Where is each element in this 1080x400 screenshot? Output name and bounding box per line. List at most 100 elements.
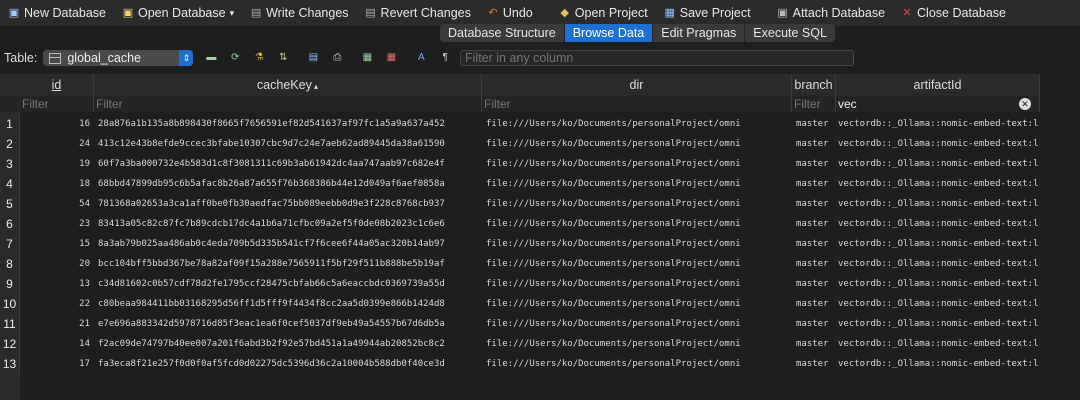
row-number[interactable]: 12 xyxy=(0,334,20,354)
clear-filter-icon[interactable]: ✕ xyxy=(1019,98,1031,110)
cell-dir[interactable]: file:///Users/ko/Documents/personalProje… xyxy=(486,134,792,154)
cell-artifactid[interactable]: vectordb::_Ollama::nomic-embed-text:late… xyxy=(838,354,1038,374)
cell-dir[interactable]: file:///Users/ko/Documents/personalProje… xyxy=(486,114,792,134)
cell-dir[interactable]: file:///Users/ko/Documents/personalProje… xyxy=(486,314,792,334)
cell-cachekey[interactable]: bcc104bff5bbd367be78a82af09f15a288e75659… xyxy=(98,254,482,274)
cell-cachekey[interactable]: 8a3ab79b025aa486ab0c4eda709b5d335b541cf7… xyxy=(98,234,482,254)
cell-artifactid[interactable]: vectordb::_Ollama::nomic-embed-text:late… xyxy=(838,314,1038,334)
print-icon[interactable]: ⎙ xyxy=(329,51,345,65)
cell-cachekey[interactable]: 413c12e43b8efde9ccec3bfabe10307cbc9d7c24… xyxy=(98,134,482,154)
table-row[interactable]: 5 54 781368a02653a3ca1aff0be0fb30aedfac75b… xyxy=(0,194,1040,214)
global-filter-input[interactable] xyxy=(460,50,854,66)
filter-artifactid[interactable]: vec ✕ xyxy=(836,96,1040,112)
cell-dir[interactable]: file:///Users/ko/Documents/personalProje… xyxy=(486,274,792,294)
cell-cachekey[interactable]: 60f7a3ba000732e4b583d1c8f3081311c69b3ab6… xyxy=(98,154,482,174)
tab-execute-sql[interactable]: Execute SQL xyxy=(745,24,835,42)
write-changes-button[interactable]: ▤ Write Changes xyxy=(242,2,356,24)
cell-dir[interactable]: file:///Users/ko/Documents/personalProje… xyxy=(486,254,792,274)
table-row[interactable]: 9 13 c34d81602c0b57cdf78d2fe1795ccf28475cb… xyxy=(0,274,1040,294)
cell-id[interactable]: 22 xyxy=(20,294,90,314)
table-row[interactable]: 13 17 fa3eca8f21e257f0d0f0af5fcd0d02275dc5… xyxy=(0,354,1040,374)
cell-branch[interactable]: master xyxy=(796,254,836,274)
cell-dir[interactable]: file:///Users/ko/Documents/personalProje… xyxy=(486,214,792,234)
chevron-down-icon[interactable]: ▾ xyxy=(230,8,235,19)
cell-cachekey[interactable]: fa3eca8f21e257f0d0f0af5fcd0d02275dc5396d… xyxy=(98,354,482,374)
cell-cachekey[interactable]: c80beaa984411bb03168295d56ff1d5fff9f4434… xyxy=(98,294,482,314)
revert-changes-button[interactable]: ▤ Revert Changes xyxy=(357,2,479,24)
cell-cachekey[interactable]: 781368a02653a3ca1aff0be0fb30aedfac75bb08… xyxy=(98,194,482,214)
insert-record-icon[interactable]: ▦ xyxy=(359,51,375,65)
cell-dir[interactable]: file:///Users/ko/Documents/personalProje… xyxy=(486,174,792,194)
cell-artifactid[interactable]: vectordb::_Ollama::nomic-embed-text:late… xyxy=(838,254,1038,274)
row-number[interactable]: 4 xyxy=(0,174,20,194)
cell-dir[interactable]: file:///Users/ko/Documents/personalProje… xyxy=(486,234,792,254)
cell-branch[interactable]: master xyxy=(796,314,836,334)
cell-id[interactable]: 19 xyxy=(20,154,90,174)
table-select[interactable]: global_cache ⇕ xyxy=(43,50,194,66)
table-row[interactable]: 12 14 f2ac09de74797b40ee007a201f6abd3b2f92… xyxy=(0,334,1040,354)
table-row[interactable]: 3 19 60f7a3ba000732e4b583d1c8f3081311c69b3… xyxy=(0,154,1040,174)
cell-dir[interactable]: file:///Users/ko/Documents/personalProje… xyxy=(486,334,792,354)
row-number[interactable]: 8 xyxy=(0,254,20,274)
cell-branch[interactable]: master xyxy=(796,194,836,214)
refresh-icon[interactable]: ▬ xyxy=(203,51,219,65)
cell-id[interactable]: 16 xyxy=(20,114,90,134)
cell-id[interactable]: 23 xyxy=(20,214,90,234)
row-number[interactable]: 6 xyxy=(0,214,20,234)
table-row[interactable]: 11 21 e7e696a883342d5978716d85f3eac1ea6f0c… xyxy=(0,314,1040,334)
font-icon[interactable]: A xyxy=(413,51,429,65)
cell-dir[interactable]: file:///Users/ko/Documents/personalProje… xyxy=(486,194,792,214)
row-number[interactable]: 1 xyxy=(0,114,20,134)
cell-cachekey[interactable]: 28a876a1b135a8b898430f8665f7656591ef82d5… xyxy=(98,114,482,134)
table-row[interactable]: 7 15 8a3ab79b025aa486ab0c4eda709b5d335b541… xyxy=(0,234,1040,254)
header-artifactid[interactable]: artifactId xyxy=(836,74,1040,96)
cell-branch[interactable]: master xyxy=(796,214,836,234)
cell-branch[interactable]: master xyxy=(796,294,836,314)
cell-branch[interactable]: master xyxy=(796,134,836,154)
cell-artifactid[interactable]: vectordb::_Ollama::nomic-embed-text:late… xyxy=(838,234,1038,254)
open-database-button[interactable]: ▣ Open Database ▾ xyxy=(114,2,242,24)
cell-id[interactable]: 17 xyxy=(20,354,90,374)
attach-database-button[interactable]: ▣ Attach Database xyxy=(769,2,893,24)
tab-database-structure[interactable]: Database Structure xyxy=(440,24,565,42)
new-database-button[interactable]: ▣ New Database xyxy=(0,2,114,24)
cell-artifactid[interactable]: vectordb::_Ollama::nomic-embed-text:late… xyxy=(838,114,1038,134)
tab-browse-data[interactable]: Browse Data xyxy=(564,24,654,42)
cell-id[interactable]: 14 xyxy=(20,334,90,354)
cell-branch[interactable]: master xyxy=(796,154,836,174)
cell-cachekey[interactable]: 68bbd47899db95c6b5afac8b26a87a655f76b368… xyxy=(98,174,482,194)
save-project-button[interactable]: ▦ Save Project xyxy=(656,2,759,24)
cell-branch[interactable]: master xyxy=(796,114,836,134)
filter-id[interactable] xyxy=(20,96,94,112)
row-number[interactable]: 9 xyxy=(0,274,20,294)
cell-artifactid[interactable]: vectordb::_Ollama::nomic-embed-text:late… xyxy=(838,194,1038,214)
undo-button[interactable]: ↶ Undo xyxy=(479,2,541,24)
cell-artifactid[interactable]: vectordb::_Ollama::nomic-embed-text:late… xyxy=(838,334,1038,354)
row-number[interactable]: 5 xyxy=(0,194,20,214)
cell-cachekey[interactable]: c34d81602c0b57cdf78d2fe1795ccf28475cbfab… xyxy=(98,274,482,294)
filter-dir[interactable] xyxy=(482,96,792,112)
cell-id[interactable]: 54 xyxy=(20,194,90,214)
cell-id[interactable]: 21 xyxy=(20,314,90,334)
filter-branch[interactable] xyxy=(792,96,836,112)
row-number[interactable]: 11 xyxy=(0,314,20,334)
cell-branch[interactable]: master xyxy=(796,234,836,254)
delete-record-icon[interactable]: ▦ xyxy=(383,51,399,65)
cell-artifactid[interactable]: vectordb::_Ollama::nomic-embed-text:late… xyxy=(838,274,1038,294)
header-branch[interactable]: branch xyxy=(792,74,836,96)
cell-id[interactable]: 13 xyxy=(20,274,90,294)
cell-branch[interactable]: master xyxy=(796,334,836,354)
sync-icon[interactable]: ⟳ xyxy=(227,51,243,65)
sort-icon[interactable]: ⇅ xyxy=(275,51,291,65)
table-row[interactable]: 6 23 83413a05c82c87fc7b89cdcb17dc4a1b6a71c… xyxy=(0,214,1040,234)
table-row[interactable]: 1 16 28a876a1b135a8b898430f8665f7656591ef8… xyxy=(0,114,1040,134)
cell-id[interactable]: 24 xyxy=(20,134,90,154)
header-id[interactable]: id xyxy=(20,74,94,96)
cell-cachekey[interactable]: f2ac09de74797b40ee007a201f6abd3b2f92e57b… xyxy=(98,334,482,354)
cell-artifactid[interactable]: vectordb::_Ollama::nomic-embed-text:late… xyxy=(838,154,1038,174)
cell-id[interactable]: 18 xyxy=(20,174,90,194)
close-database-button[interactable]: ✕ Close Database xyxy=(893,2,1014,24)
save-table-icon[interactable]: ▤ xyxy=(305,51,321,65)
row-number[interactable]: 3 xyxy=(0,154,20,174)
table-row[interactable]: 8 20 bcc104bff5bbd367be78a82af09f15a288e75… xyxy=(0,254,1040,274)
